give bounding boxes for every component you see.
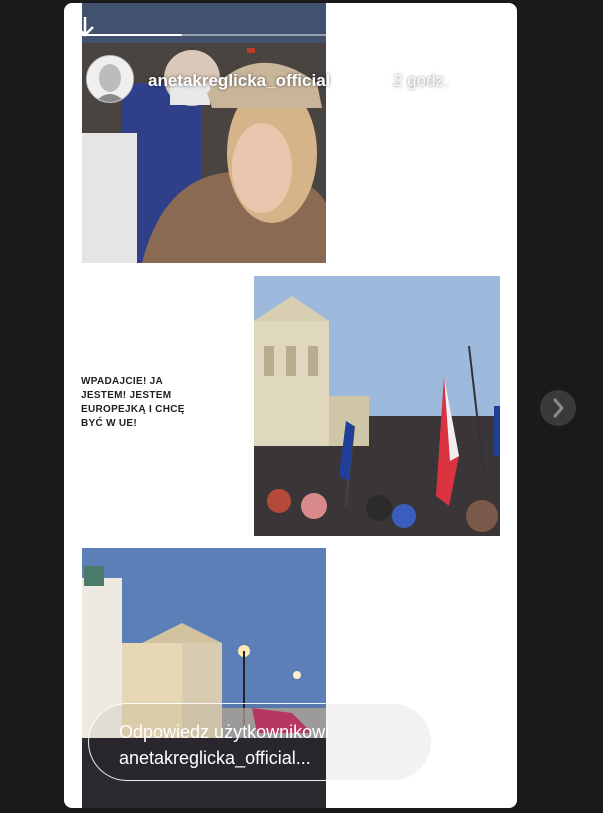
pause-icon[interactable] [462,67,488,93]
story-username[interactable]: anetakreglicka_official [148,71,330,91]
story-caption: WPADAJCIE! JA JESTEM! JESTEM EUROPEJKĄ I… [81,376,185,429]
reply-input[interactable]: Odpowiedz użytkownikowi anetakreglicka_o… [88,703,432,781]
story-header: anetakreglicka_official 2 godz. [86,55,517,103]
story-progress-bar [78,34,493,36]
story-photo-rally [254,276,500,536]
story-viewer[interactable]: WPADAJCIE! JA JESTEM! JESTEM EUROPEJKĄ I… [64,3,517,808]
story-timestamp: 2 godz. [393,71,449,90]
send-icon[interactable] [444,727,478,761]
reply-placeholder-line2: anetakreglicka_official... [119,748,311,768]
muted-speaker-icon[interactable] [492,67,517,93]
download-arrow-icon[interactable] [74,15,96,39]
story-photo-selfie [82,3,326,263]
avatar[interactable] [86,55,134,103]
reply-placeholder-line1: Odpowiedz użytkownikowi [119,722,330,742]
chevron-right-icon[interactable] [540,390,576,426]
